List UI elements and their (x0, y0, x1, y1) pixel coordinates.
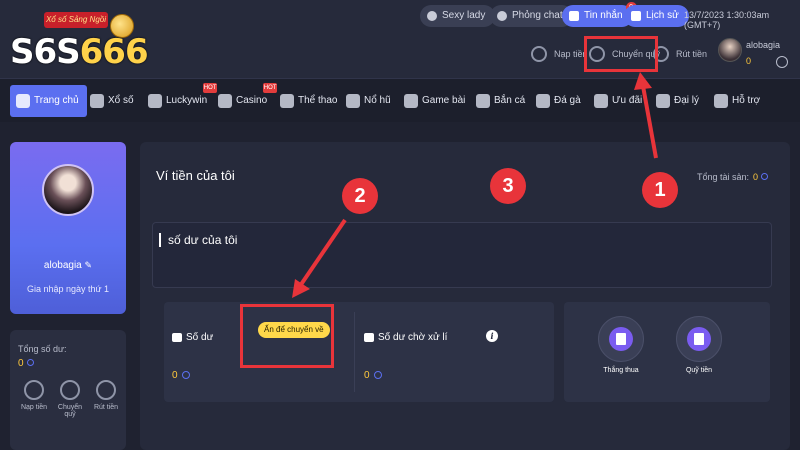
marker-3: 3 (490, 168, 526, 204)
arrow-2-line (298, 218, 347, 288)
annotation-arrows (292, 72, 658, 298)
arrow-1-head (634, 72, 652, 90)
marker-1: 1 (642, 172, 678, 208)
arrow-1-line (641, 85, 658, 159)
marker-2: 2 (342, 178, 378, 214)
